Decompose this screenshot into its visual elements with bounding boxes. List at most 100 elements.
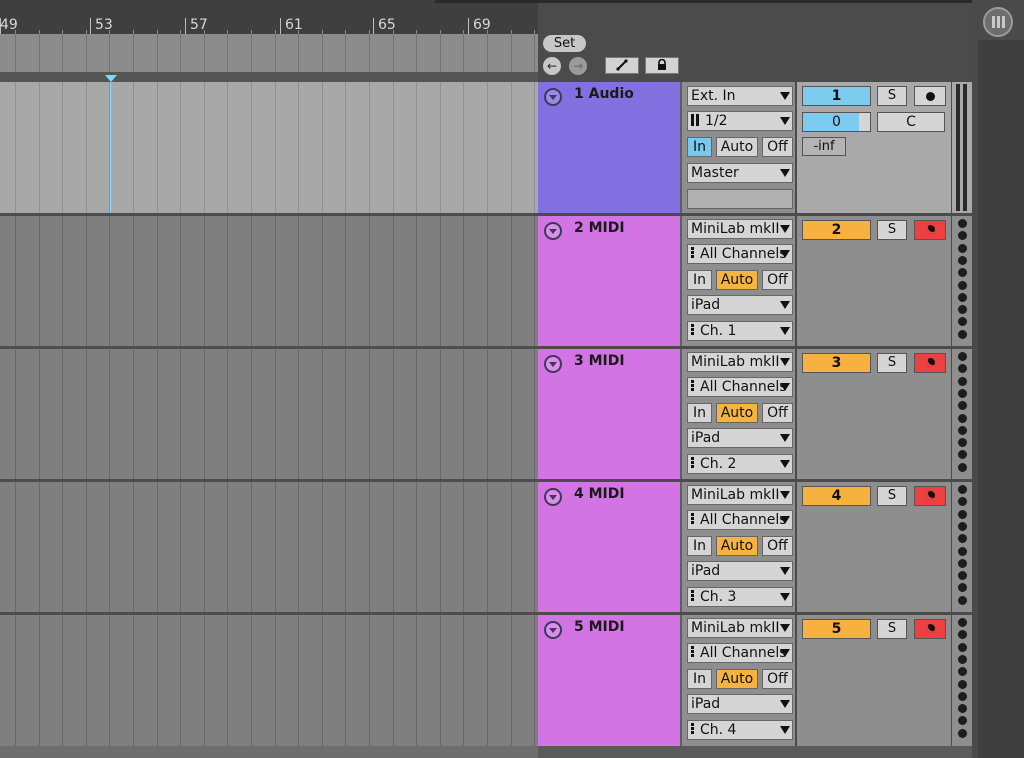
grid-line <box>322 34 323 72</box>
fold-track-icon[interactable] <box>544 488 562 506</box>
output-channel-dropdown[interactable] <box>687 189 793 209</box>
monitor-off-button[interactable]: Off <box>762 403 793 423</box>
input-type-dropdown[interactable]: MiniLab mkII <box>687 618 793 638</box>
input-type-dropdown[interactable]: MiniLab mkII <box>687 485 793 505</box>
draw-mode-button[interactable] <box>605 57 639 74</box>
pan-knob[interactable]: C <box>877 112 945 132</box>
arrangement-lane-midi[interactable] <box>0 349 538 479</box>
fold-track-icon[interactable] <box>544 355 562 373</box>
meter-dot <box>958 534 967 544</box>
track-activator-button[interactable]: 3 <box>802 353 871 373</box>
output-channel-dropdown[interactable]: Ch. 3 <box>687 587 793 607</box>
back-arrow-icon[interactable]: ← <box>543 57 561 75</box>
output-channel-dropdown[interactable]: Ch. 2 <box>687 454 793 474</box>
monitor-auto-button[interactable]: Auto <box>716 669 758 689</box>
grid-line <box>62 615 63 746</box>
input-type-dropdown[interactable]: MiniLab mkII <box>687 352 793 372</box>
track-header-1[interactable]: 1 Audio <box>538 82 680 213</box>
grid-line <box>463 216 464 346</box>
mixer-view-toggle-icon[interactable] <box>983 7 1013 37</box>
input-type-value: MiniLab mkII <box>691 354 780 370</box>
volume-slider[interactable]: 0 <box>802 112 871 132</box>
dropdown-arrow-icon <box>780 593 790 601</box>
monitor-in-button[interactable]: In <box>687 536 712 556</box>
monitor-in-button[interactable]: In <box>687 270 712 290</box>
track-activator-button[interactable]: 1 <box>802 86 871 106</box>
track-name[interactable]: 1 Audio <box>574 86 634 102</box>
output-type-dropdown[interactable]: iPad <box>687 694 793 714</box>
meter-dot <box>958 462 967 472</box>
monitor-off-button[interactable]: Off <box>762 137 793 157</box>
input-channel-dropdown[interactable]: 1/2 <box>687 111 793 131</box>
input-type-dropdown[interactable]: Ext. In <box>687 86 793 106</box>
output-type-dropdown[interactable]: Master <box>687 163 793 183</box>
loop-brace-strip[interactable] <box>0 72 538 82</box>
input-channel-dropdown[interactable]: All Channels <box>687 377 793 397</box>
grid-line <box>369 216 370 346</box>
track-name[interactable]: 2 MIDI <box>574 220 625 236</box>
meter-dot <box>958 376 967 386</box>
arrangement-lane-midi[interactable] <box>0 482 538 612</box>
fold-track-icon[interactable] <box>544 621 562 639</box>
input-channel-dropdown[interactable]: All Channels <box>687 643 793 663</box>
grid-line <box>227 216 228 346</box>
input-type-dropdown[interactable]: MiniLab mkII <box>687 219 793 239</box>
monitor-in-button[interactable]: In <box>687 403 712 423</box>
output-type-dropdown[interactable]: iPad <box>687 428 793 448</box>
monitor-auto-button[interactable]: Auto <box>716 403 758 423</box>
arrangement-lane-midi[interactable] <box>0 216 538 346</box>
output-channel-dropdown[interactable]: Ch. 1 <box>687 321 793 341</box>
peak-level-display[interactable]: -inf <box>802 137 846 156</box>
arrangement-lane-audio[interactable] <box>0 82 538 213</box>
track-name[interactable]: 3 MIDI <box>574 353 625 369</box>
record-arm-button[interactable] <box>914 220 946 240</box>
grid-line <box>39 615 40 746</box>
monitor-auto-button[interactable]: Auto <box>716 270 758 290</box>
fold-track-icon[interactable] <box>544 88 562 106</box>
meter-dot <box>958 583 967 593</box>
output-channel-dropdown[interactable]: Ch. 4 <box>687 720 793 740</box>
channel-icon <box>691 723 694 735</box>
arrangement-ruler[interactable]: 49 53 57 61 65 69 <box>0 0 538 34</box>
monitor-off-button[interactable]: Off <box>762 536 793 556</box>
lock-button[interactable] <box>645 57 679 74</box>
fold-track-icon[interactable] <box>544 222 562 240</box>
output-type-dropdown[interactable]: iPad <box>687 561 793 581</box>
input-channel-dropdown[interactable]: All Channels <box>687 244 793 264</box>
record-arm-button[interactable] <box>914 619 946 639</box>
record-arm-button[interactable] <box>914 353 946 373</box>
overview-grid[interactable] <box>0 34 538 72</box>
solo-button[interactable]: S <box>877 220 907 240</box>
monitor-in-button[interactable]: In <box>687 137 712 157</box>
track-header-2[interactable]: 2 MIDI <box>538 216 680 346</box>
set-button[interactable]: Set <box>543 35 586 52</box>
record-arm-button[interactable] <box>914 86 946 106</box>
grid-line <box>62 82 63 213</box>
track-header-3[interactable]: 3 MIDI <box>538 349 680 479</box>
track-name[interactable]: 5 MIDI <box>574 619 625 635</box>
track-activator-button[interactable]: 2 <box>802 220 871 240</box>
arrangement-lane-midi[interactable] <box>0 615 538 746</box>
monitor-off-button[interactable]: Off <box>762 669 793 689</box>
input-channel-dropdown[interactable]: All Channels <box>687 510 793 530</box>
solo-button[interactable]: S <box>877 86 907 106</box>
monitor-in-button[interactable]: In <box>687 669 712 689</box>
grid-line <box>109 482 110 612</box>
monitor-auto-button[interactable]: Auto <box>716 536 758 556</box>
track-header-5[interactable]: 5 MIDI <box>538 615 680 746</box>
playhead-marker-icon[interactable] <box>105 75 117 82</box>
forward-arrow-icon[interactable]: → <box>569 57 587 75</box>
grid-line <box>251 82 252 213</box>
solo-button[interactable]: S <box>877 619 907 639</box>
grid-line <box>440 615 441 746</box>
output-type-dropdown[interactable]: iPad <box>687 295 793 315</box>
track-header-4[interactable]: 4 MIDI <box>538 482 680 612</box>
track-name[interactable]: 4 MIDI <box>574 486 625 502</box>
solo-button[interactable]: S <box>877 353 907 373</box>
track-activator-button[interactable]: 5 <box>802 619 871 639</box>
monitor-off-button[interactable]: Off <box>762 270 793 290</box>
track-activator-button[interactable]: 4 <box>802 486 871 506</box>
solo-button[interactable]: S <box>877 486 907 506</box>
record-arm-button[interactable] <box>914 486 946 506</box>
monitor-auto-button[interactable]: Auto <box>716 137 758 157</box>
